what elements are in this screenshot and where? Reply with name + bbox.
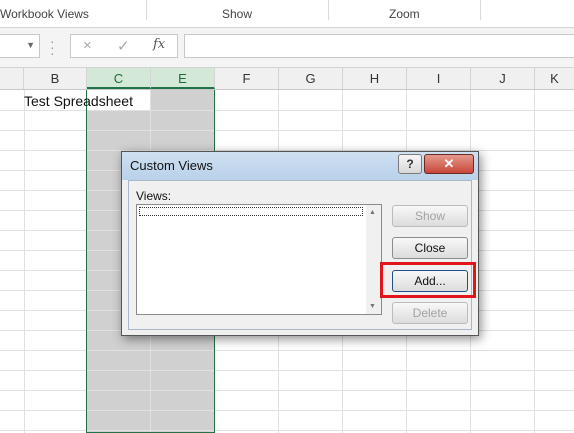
column-header-f[interactable]: F bbox=[215, 68, 279, 89]
formula-bar: ▼ · · · × ✓ fx bbox=[0, 28, 574, 68]
scroll-up-icon[interactable]: ▲ bbox=[369, 209, 376, 216]
column-header-b[interactable]: B bbox=[24, 68, 87, 89]
enter-icon[interactable]: ✓ bbox=[117, 37, 130, 55]
column-headers: B C E F G H I J K bbox=[0, 68, 574, 90]
views-listbox[interactable]: ▲ ▼ bbox=[136, 204, 382, 315]
chevron-down-icon[interactable]: ▼ bbox=[26, 40, 35, 50]
custom-views-dialog: Custom Views ? ✕ Views: ▲ ▼ Show Close A… bbox=[121, 151, 479, 336]
insert-function-icon[interactable]: fx bbox=[153, 37, 165, 52]
column-gridline bbox=[24, 90, 25, 433]
column-gridline bbox=[534, 90, 535, 433]
ribbon-group-zoom: Zoom bbox=[389, 7, 420, 21]
column-header-h[interactable]: H bbox=[343, 68, 407, 89]
formula-buttons: × ✓ fx bbox=[70, 34, 178, 58]
column-header-spacer bbox=[0, 68, 24, 89]
list-focus-rectangle bbox=[139, 207, 363, 216]
column-header-g[interactable]: G bbox=[279, 68, 343, 89]
cancel-icon[interactable]: × bbox=[83, 37, 92, 54]
ribbon-separator bbox=[480, 0, 481, 20]
delete-button[interactable]: Delete bbox=[392, 302, 468, 324]
ribbon-group-labels: Workbook Views Show Zoom bbox=[0, 0, 574, 28]
ribbon-separator bbox=[328, 0, 329, 20]
dialog-body: Views: ▲ ▼ Show Close Add... Delete bbox=[128, 180, 472, 330]
ribbon-group-show: Show bbox=[222, 7, 253, 21]
dialog-titlebar[interactable]: Custom Views ? ✕ bbox=[122, 152, 478, 180]
views-list-scrollbar[interactable]: ▲ ▼ bbox=[366, 205, 381, 314]
add-button-highlight bbox=[380, 262, 476, 298]
name-box[interactable]: ▼ bbox=[0, 34, 40, 58]
ribbon-separator bbox=[146, 0, 147, 20]
column-header-c[interactable]: C bbox=[87, 68, 151, 89]
close-button[interactable]: Close bbox=[392, 237, 468, 259]
column-header-i[interactable]: I bbox=[407, 68, 471, 89]
formula-input[interactable] bbox=[184, 34, 574, 58]
close-icon[interactable]: ✕ bbox=[424, 154, 474, 174]
cell-b1-text: Test Spreadsheet bbox=[24, 93, 133, 109]
ribbon-group-workbook-views: Workbook Views bbox=[0, 7, 89, 21]
scroll-down-icon[interactable]: ▼ bbox=[369, 303, 376, 310]
column-header-j[interactable]: J bbox=[471, 68, 535, 89]
formula-bar-resize-handle[interactable]: · · · bbox=[50, 34, 55, 60]
help-button[interactable]: ? bbox=[398, 154, 422, 174]
dialog-title: Custom Views bbox=[130, 158, 213, 173]
column-header-k[interactable]: K bbox=[535, 68, 574, 89]
views-label: Views: bbox=[136, 189, 172, 203]
show-button[interactable]: Show bbox=[392, 205, 468, 227]
column-header-e[interactable]: E bbox=[151, 68, 215, 89]
